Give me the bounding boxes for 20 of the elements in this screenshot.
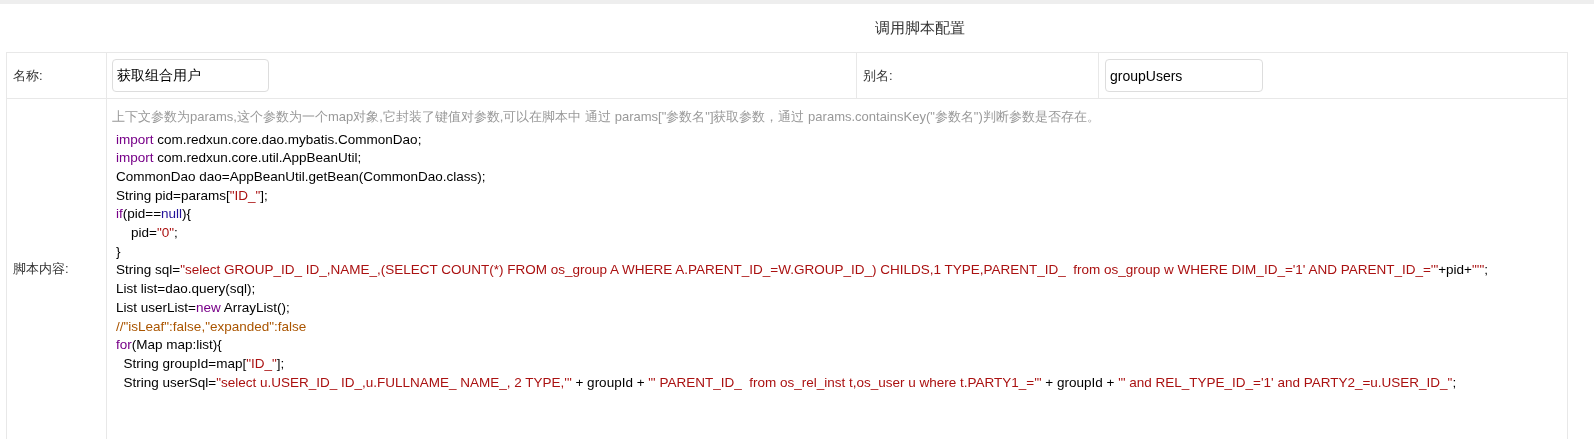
field-label: 别名: xyxy=(863,66,893,85)
name-input[interactable]: 获取组合用户 xyxy=(112,59,269,92)
field-label: 脚本内容: xyxy=(13,260,69,279)
code-line: List userList=new ArrayList(); xyxy=(116,298,290,317)
code-line: } xyxy=(116,242,121,261)
code-line: pid="0"; xyxy=(130,224,178,242)
code-line: import com.redxun.core.dao.mybatis.CommonDao; xyxy=(116,130,422,149)
code-line: List list=dao.query(sql); xyxy=(116,280,256,299)
code-line: String sql="select GROUP_ID_ ID_,NAME_,(SELECT COUNT(*) FROM os_group A WHERE A.PARENT_ID_=W.GROUP_ID_) CHILDS,1 TYPE,PARENT_ID_ from os_group w WHERE DIM_ID_='1' AND PARENT_ID_='"+pid+"'"; xyxy=(116,261,1488,280)
code-line: String groupId=map["ID_"]; xyxy=(122,354,285,373)
code-line: //"isLeaf":false,"expanded":false xyxy=(116,317,307,336)
code-line: CommonDao dao=AppBeanUtil.getBean(CommonDao.class); xyxy=(116,167,486,186)
field-label: 名称: xyxy=(13,66,43,85)
alias-input[interactable]: groupUsers xyxy=(1105,59,1263,92)
page-title: 调用脚本配置 xyxy=(875,17,965,38)
code-line: import com.redxun.core.util.AppBeanUtil; xyxy=(116,149,362,168)
code-line: if(pid==null){ xyxy=(116,205,192,224)
code-line: for(Map map:list){ xyxy=(116,336,222,355)
code-line: String pid=params["ID_"]; xyxy=(116,186,268,205)
code-line: String userSql="select u.USER_ID_ ID_,u.FULLNAME_ NAME_, 2 TYPE,'" + groupId + "' PARENT_ID_ from os_rel_inst t,os_user u where t.PARTY1_='" + groupId + "' and REL_TYPE_ID_='1' and PARTY2_=u.USER_ID_"; xyxy=(122,373,1457,392)
